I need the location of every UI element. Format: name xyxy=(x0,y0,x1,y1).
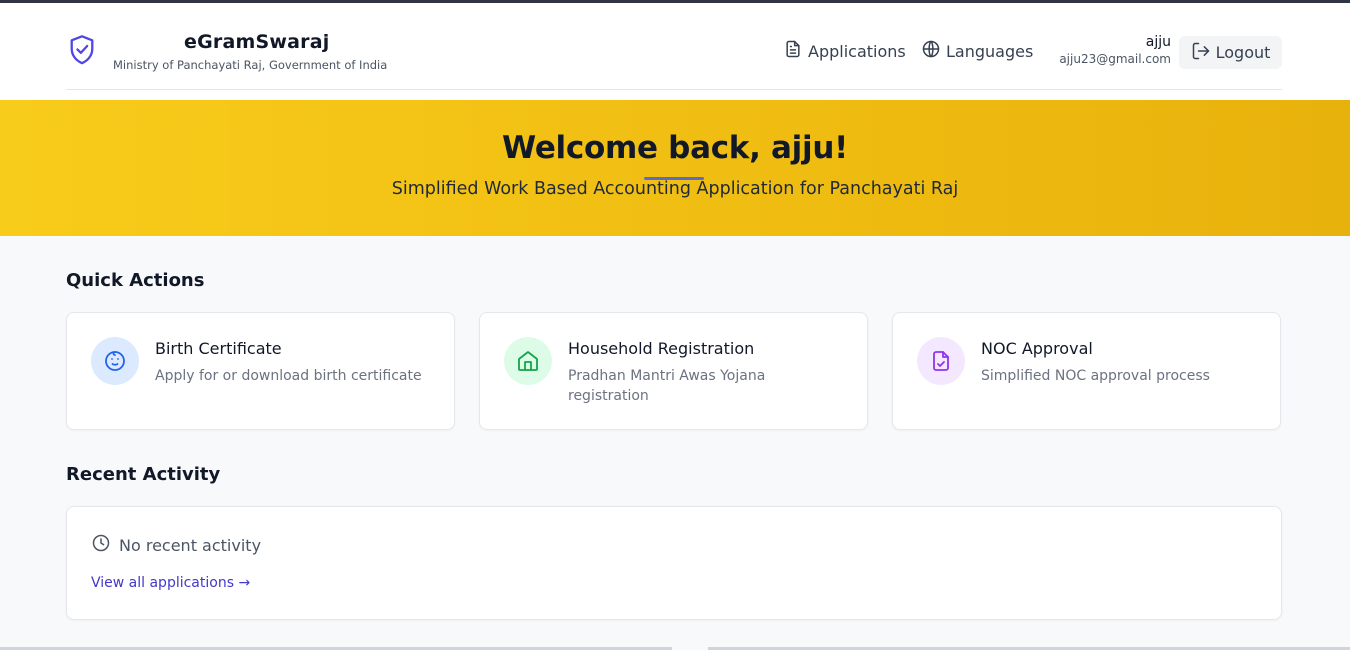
quick-actions-title: Quick Actions xyxy=(66,270,205,291)
recent-activity-panel: No recent activity View all applications… xyxy=(66,506,1282,620)
welcome-subtitle: Simplified Work Based Accounting Applica… xyxy=(391,179,959,199)
nav-applications-label: Applications xyxy=(808,41,906,61)
user-name: ajju xyxy=(1145,34,1171,50)
logout-button[interactable]: Logout xyxy=(1179,36,1282,69)
card-description: Apply for or download birth certificate xyxy=(155,368,422,384)
header-inner: eGramSwaraj Ministry of Panchayati Raj, … xyxy=(66,3,1282,90)
view-all-applications-link[interactable]: View all applications → xyxy=(91,575,250,591)
brand-subtitle: Ministry of Panchayati Raj, Government o… xyxy=(113,58,388,72)
card-title: Household Registration xyxy=(568,339,755,358)
welcome-banner: Welcome back, ajju! Simplified Work Base… xyxy=(0,100,1350,236)
brand-title[interactable]: eGramSwaraj xyxy=(184,31,329,53)
nav-applications-link[interactable]: Applications xyxy=(783,39,906,63)
file-check-icon xyxy=(917,337,965,385)
nav-languages-link[interactable]: Languages xyxy=(921,39,1033,63)
globe-icon xyxy=(921,39,941,63)
card-title: NOC Approval xyxy=(981,339,1093,358)
clock-icon xyxy=(91,533,111,557)
card-title: Birth Certificate xyxy=(155,339,282,358)
shield-check-icon[interactable] xyxy=(68,34,96,66)
empty-state: No recent activity xyxy=(91,533,261,557)
document-icon xyxy=(783,39,803,63)
nav-languages-label: Languages xyxy=(946,41,1034,61)
home-icon xyxy=(504,337,552,385)
recent-activity-title: Recent Activity xyxy=(66,464,221,485)
quick-action-birth-certificate[interactable]: Birth Certificate Apply for or download … xyxy=(66,312,455,430)
logout-icon xyxy=(1191,41,1211,65)
app-header: eGramSwaraj Ministry of Panchayati Raj, … xyxy=(0,3,1350,100)
user-info: ajju ajju23@gmail.com xyxy=(1059,34,1171,66)
logout-label: Logout xyxy=(1215,43,1271,62)
empty-state-text: No recent activity xyxy=(119,535,262,555)
welcome-title: Welcome back, ajju! xyxy=(502,130,848,166)
card-description: Simplified NOC approval process xyxy=(981,368,1210,384)
quick-action-noc-approval[interactable]: NOC Approval Simplified NOC approval pro… xyxy=(892,312,1281,430)
quick-action-household-registration[interactable]: Household Registration Pradhan Mantri Aw… xyxy=(479,312,868,430)
baby-icon xyxy=(91,337,139,385)
card-description: Pradhan Mantri Awas Yojana registration xyxy=(568,368,766,404)
user-email: ajju23@gmail.com xyxy=(1059,52,1171,66)
